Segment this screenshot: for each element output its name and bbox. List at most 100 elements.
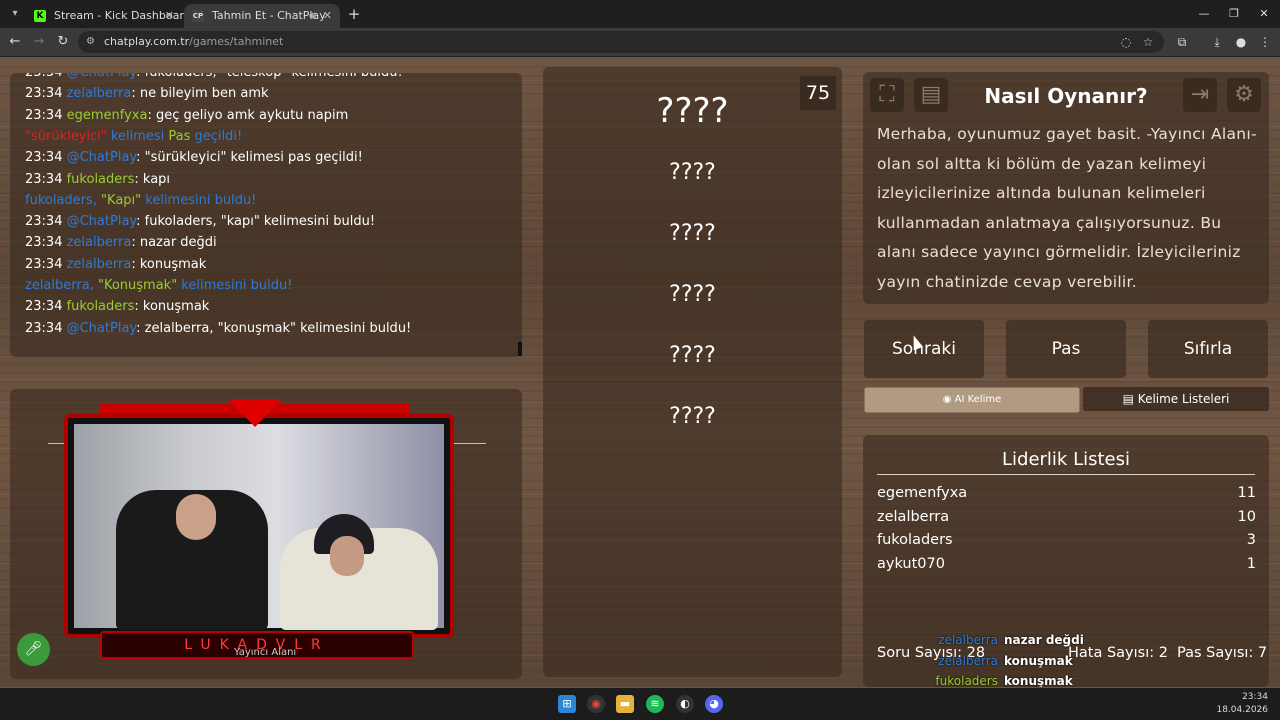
chat-username[interactable]: fukoladers [67,299,135,314]
chat-message: 23:34 @ChatPlay: zelalberra, "konuşmak" … [25,319,411,339]
word-lists-button[interactable]: ▤ Kelime Listeleri [1083,387,1269,411]
reload-button[interactable]: ↻ [54,33,72,51]
chat-message: fukoladers, "Kapı" kelimesini buldu! [25,191,256,211]
chat-username[interactable]: fukoladers [67,172,135,187]
chat-username[interactable]: @ChatPlay [67,214,137,229]
chat-username[interactable]: zelalberra [67,257,132,272]
settings-gear-icon[interactable]: ⚙ [1227,78,1261,112]
forbidden-word: ???? [669,282,716,307]
bookmark-star-icon[interactable]: ☆ [1140,34,1156,50]
clock-date: 18.04.2026 [1216,705,1268,715]
tab-kick-dashboard[interactable]: K Stream - Kick Dashboard ✕ [26,4,191,28]
chat-text: "sürükleyici" [25,128,107,144]
webcam-feed [64,414,454,638]
chat-timestamp: 23:34 [25,107,63,123]
chat-timestamp: 23:34 [25,320,63,336]
back-button[interactable]: ← [6,33,24,51]
chat-timestamp: 23:34 [25,171,63,187]
file-explorer-icon[interactable]: ▬ [616,695,634,713]
chat-username[interactable]: zelalberra [67,86,132,101]
overlay-message: nazar değdi [1004,633,1084,647]
ai-word-button[interactable]: ◉ AI Kelime [864,387,1080,413]
chat-message: "sürükleyici" kelimesi Pas geçildi! [25,127,242,147]
pass-count: Pas Sayısı: 7 [1177,645,1268,661]
forbidden-word: ???? [669,404,716,429]
restore-button[interactable]: ❐ [1224,5,1244,23]
tab-search-chevron-icon[interactable]: ▾ [6,5,24,23]
url-text[interactable]: chatplay.com.tr/games/tahminet [104,31,283,53]
chat-username[interactable]: egemenfyxa [67,108,148,123]
profile-avatar[interactable]: ● [1232,33,1250,51]
windows-start-icon[interactable]: ⊞ [558,695,576,713]
eye-off-icon[interactable]: ◌ [1118,34,1134,50]
chat-panel: 23:34 @ChatPlay: fukoladers, "teleskop" … [10,73,522,357]
forward-button[interactable]: → [30,33,48,51]
player-score: 3 [1246,532,1256,548]
player-name: aykut070 [877,555,945,572]
chat-username[interactable]: @ChatPlay [67,73,137,80]
chrome-icon[interactable]: ◉ [587,695,605,713]
exit-icon[interactable]: ⇥ [1183,78,1217,112]
how-to-play-text: Merhaba, oyunumuz gayet basit. -Yayıncı … [877,125,1257,291]
extensions-icon[interactable]: ⧉ [1173,33,1191,51]
close-tab-icon[interactable]: ✕ [165,4,174,28]
player-score: 11 [1237,485,1256,501]
chat-text: : nazar değdi [131,235,217,251]
chat-text: kelimesi [106,128,169,144]
countdown-timer: 75 [800,76,836,110]
discord-icon[interactable]: ◕ [705,695,723,713]
chat-text: : geç geliyo amk aykutu napim [147,107,349,123]
chat-username[interactable]: @ChatPlay [67,150,137,165]
chat-text: kelimesini buldu! [177,278,293,293]
next-button[interactable]: Sonraki [864,320,984,378]
speaker-icon[interactable]: 🔊︎ [309,4,316,28]
chat-timestamp: 23:34 [25,150,63,166]
site-info-icon[interactable]: ⚙ [86,36,98,48]
chat-text: : zelalberra, "konuşmak" kelimesini buld… [136,320,412,336]
ai-word-label: AI Kelime [954,394,1002,405]
chatplay-icon: CP [192,10,204,22]
chat-text: fukoladers, [25,192,102,208]
obs-icon[interactable]: ◐ [676,695,694,713]
chat-username[interactable]: @ChatPlay [67,321,137,336]
microphone-button[interactable]: 🎤︎ [17,633,50,666]
windows-taskbar: ⊞ ◉ ▬ ≋ ◐ ◕ 23:34 18.04.2026 [0,688,1280,720]
minimize-button[interactable]: — [1194,5,1214,23]
player-name: fukoladers [877,532,953,548]
webcam-image [74,424,444,630]
new-tab-button[interactable]: + [346,4,362,24]
chat-timestamp: 23:34 [25,235,63,251]
chat-message: 23:34 fukoladers: kapı [25,170,170,190]
leaderboard-title: Liderlik Listesi [877,449,1255,475]
chat-text: geçildi! [190,128,243,144]
url-domain: chatplay.com.tr [104,35,190,48]
chat-scrollbar[interactable] [518,342,522,356]
spotify-icon[interactable]: ≋ [646,695,664,713]
url-path: /games/tahminet [189,35,284,48]
pass-button[interactable]: Pas [1006,320,1126,378]
player-score: 1 [1246,555,1256,572]
system-clock[interactable]: 23:34 18.04.2026 [1216,691,1268,717]
download-icon[interactable]: ⤓ [1208,33,1226,51]
chat-username[interactable]: zelalberra [67,235,132,250]
overlay-message: konuşmak [1004,674,1073,687]
person [330,536,364,576]
chat-message: 23:34 zelalberra: konuşmak [25,255,206,275]
fullscreen-icon[interactable]: ⛶ [870,78,904,112]
url-bar[interactable]: ⚙ chatplay.com.tr/games/tahminet ◌ ☆ [78,31,1164,53]
chat-text: : kapı [134,171,171,187]
menu-dots-icon[interactable]: ⋮ [1256,33,1274,51]
close-tab-icon[interactable]: ✕ [323,4,332,28]
player-name: zelalberra [877,508,950,525]
overlay-message: konuşmak [1004,653,1073,668]
notes-icon[interactable]: ▤ [914,78,948,112]
tab-chatplay[interactable]: CP Tahmin Et - ChatPlay 🔊︎ ✕ [184,4,340,28]
close-window-button[interactable]: ✕ [1254,5,1274,23]
chat-text: zelalberra, [25,278,98,293]
chat-text: : fukoladers, "teleskop" kelimesini buld… [136,73,403,80]
address-toolbar: ← → ↻ ⚙ chatplay.com.tr/games/tahminet ◌… [0,28,1280,57]
chat-timestamp: 23:34 [25,73,62,80]
kick-icon: K [34,10,46,22]
chat-message: 23:34 fukoladers: konuşmak [25,297,209,317]
reset-button[interactable]: Sıfırla [1148,320,1268,378]
